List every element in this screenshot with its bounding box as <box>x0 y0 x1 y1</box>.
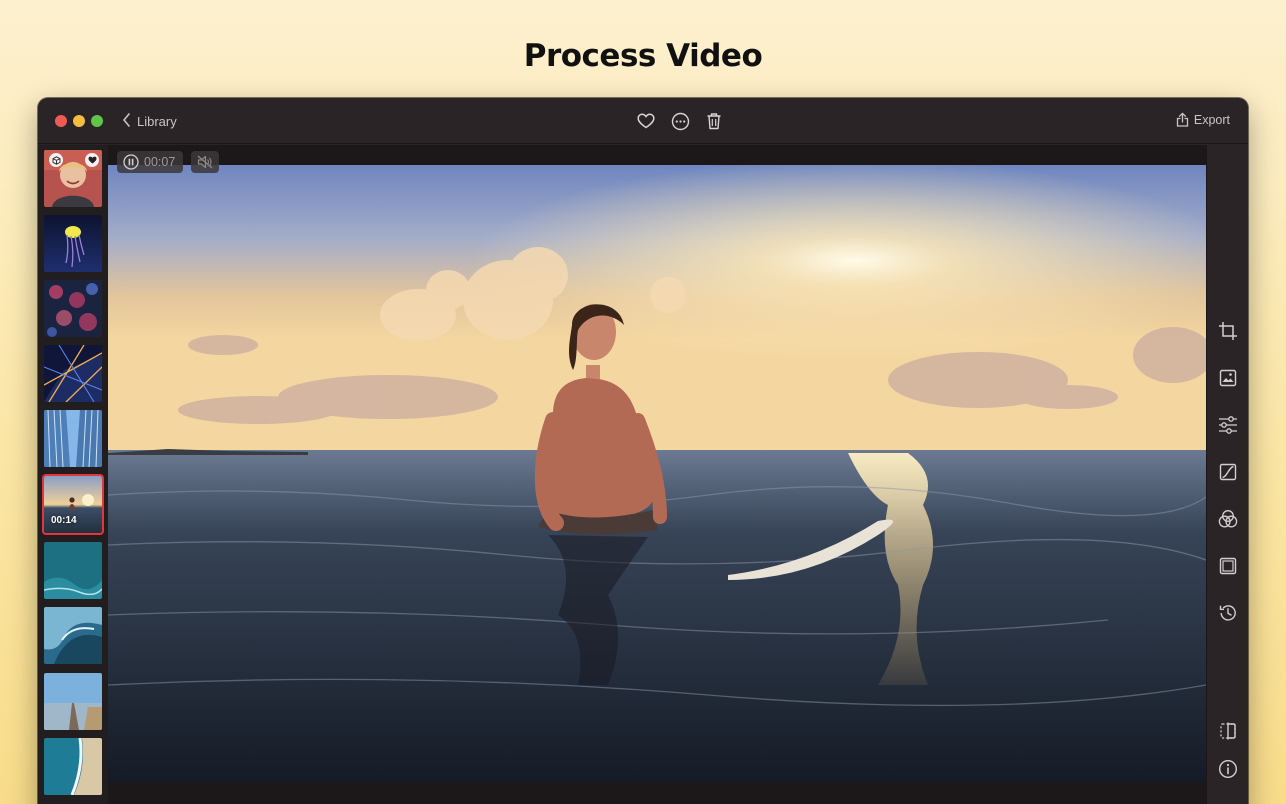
window-close-button[interactable] <box>55 115 67 127</box>
border-icon <box>1219 557 1237 575</box>
heart-icon <box>637 113 655 129</box>
titlebar: Library Export <box>38 98 1248 144</box>
thumbnail-bokeh[interactable] <box>44 280 102 337</box>
crop-icon <box>1219 322 1237 340</box>
heart-filled-icon <box>88 156 96 164</box>
more-button[interactable] <box>670 110 690 132</box>
favorite-badge <box>85 153 99 167</box>
export-label: Export <box>1193 112 1230 127</box>
cube-icon <box>52 155 60 165</box>
mute-toggle[interactable] <box>191 151 219 173</box>
favorite-button[interactable] <box>636 110 656 132</box>
history-tool-button[interactable] <box>1217 602 1239 624</box>
ellipsis-circle-icon <box>671 112 689 130</box>
thumbnail-pier[interactable] <box>44 673 102 730</box>
thumbnail-building[interactable] <box>44 410 102 467</box>
live-photo-badge <box>49 153 63 167</box>
thumbnail-coastline[interactable] <box>44 738 102 795</box>
thumbnail-ocean-teal[interactable] <box>44 542 102 599</box>
color-tool-button[interactable] <box>1217 508 1239 530</box>
thumbnail-surfer-selected[interactable]: 00:14 <box>42 474 104 535</box>
split-compare-icon <box>1220 722 1236 740</box>
video-viewer[interactable]: 00:07 <box>108 145 1206 804</box>
thumbnail-child-portrait[interactable] <box>44 150 102 207</box>
curves-icon <box>1219 463 1237 481</box>
filmstrip: 00:14 <box>38 145 108 804</box>
thumbnail-jellyfish[interactable] <box>44 215 102 272</box>
share-icon <box>1176 112 1189 127</box>
video-duration-label: 00:14 <box>51 515 77 526</box>
video-frame-surfer-sunset <box>108 165 1206 782</box>
info-button[interactable] <box>1217 758 1239 780</box>
delete-button[interactable] <box>704 110 724 132</box>
app-window: Library Export 00:14 00:07 <box>38 98 1248 804</box>
thumbnail-city-night[interactable] <box>44 345 102 402</box>
curves-tool-button[interactable] <box>1217 461 1239 483</box>
crop-tool-button[interactable] <box>1217 320 1239 342</box>
playback-control[interactable]: 00:07 <box>117 151 183 173</box>
elapsed-time: 00:07 <box>144 155 176 169</box>
speaker-muted-icon <box>197 155 213 169</box>
page-headline: Process Video <box>523 38 763 74</box>
color-circles-icon <box>1218 510 1238 528</box>
adjust-tool-button[interactable] <box>1217 414 1239 436</box>
center-toolbar <box>636 110 724 132</box>
window-minimize-button[interactable] <box>73 115 85 127</box>
thumbnail-wave-barrel[interactable] <box>44 607 102 664</box>
history-icon <box>1219 605 1236 621</box>
edit-tools-rail <box>1206 145 1248 804</box>
back-to-library-button[interactable]: Library <box>122 112 177 130</box>
chevron-left-icon <box>122 112 131 130</box>
border-tool-button[interactable] <box>1217 555 1239 577</box>
trash-icon <box>707 113 721 130</box>
export-button[interactable]: Export <box>1176 112 1230 127</box>
pause-circle-icon <box>123 154 139 170</box>
info-icon <box>1218 759 1238 779</box>
compare-button[interactable] <box>1217 720 1239 742</box>
back-label: Library <box>137 113 177 129</box>
sliders-icon <box>1219 416 1237 434</box>
window-zoom-button[interactable] <box>91 115 103 127</box>
image-frame-icon <box>1219 369 1237 387</box>
frame-tool-button[interactable] <box>1217 367 1239 389</box>
